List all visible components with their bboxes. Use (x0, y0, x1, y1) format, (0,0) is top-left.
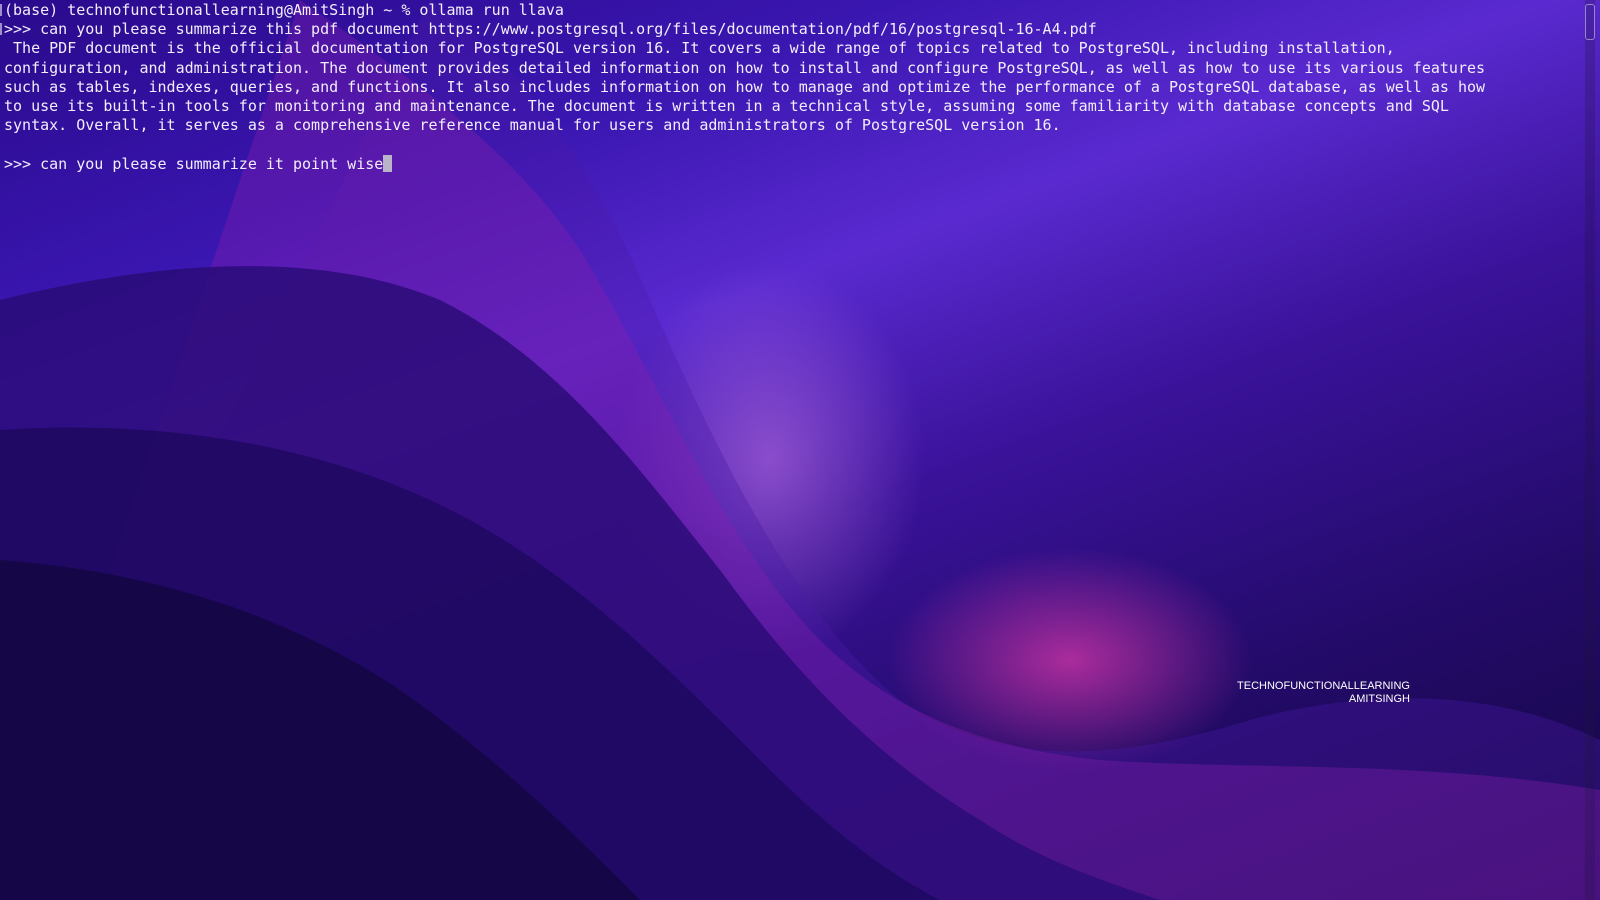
terminal-window[interactable]: (base) technofunctionallearning@AmitSing… (0, 0, 1600, 900)
text-cursor (383, 154, 393, 172)
mark-indicator (0, 4, 2, 16)
watermark-line1: TECHNOFUNCTIONALLEARNING (1237, 680, 1410, 692)
response-line: to use its built-in tools for monitoring… (4, 96, 1449, 115)
current-input-text: >>> can you please summarize it point wi… (4, 154, 384, 173)
terminal-output[interactable]: (base) technofunctionallearning@AmitSing… (4, 1, 1579, 174)
response-line: configuration, and administration. The d… (4, 58, 1486, 77)
shell-prompt-line: (base) technofunctionallearning@AmitSing… (4, 1, 564, 19)
mark-indicator (0, 23, 2, 35)
user-query-line: >>> can you please summarize this pdf do… (4, 20, 1097, 39)
response-line: syntax. Overall, it serves as a comprehe… (4, 116, 1061, 135)
watermark: TECHNOFUNCTIONALLEARNING AMITSINGH (1200, 680, 1410, 706)
watermark-line2: AMITSINGH (1348, 693, 1410, 705)
response-line: The PDF document is the official documen… (4, 39, 1395, 58)
scrollbar[interactable] (1585, 0, 1595, 900)
current-input-line[interactable]: >>> can you please summarize it point wi… (4, 154, 1579, 174)
response-line: such as tables, indexes, queries, and fu… (4, 77, 1486, 96)
scrollbar-thumb[interactable] (1585, 4, 1595, 40)
